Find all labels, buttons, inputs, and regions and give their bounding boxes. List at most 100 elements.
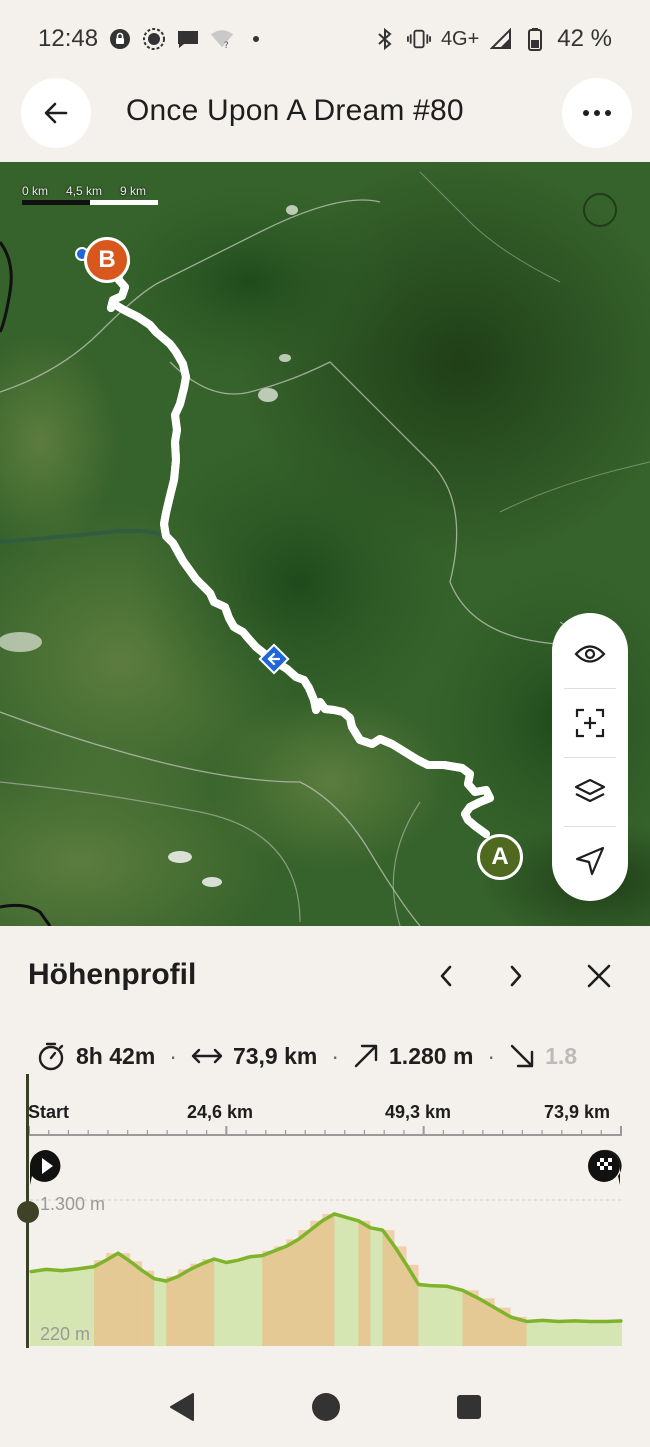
cell-signal-icon <box>489 27 513 51</box>
navigate-icon <box>575 846 605 875</box>
back-triangle-icon[interactable] <box>167 1391 197 1423</box>
elevation-point <box>117 1252 119 1254</box>
close-icon <box>587 964 611 988</box>
steep-segment <box>382 1230 395 1346</box>
elevation-point <box>590 1320 592 1323</box>
elevation-point <box>621 1320 623 1322</box>
app-header: Once Upon A Dream #80 <box>0 78 650 162</box>
elevation-point <box>61 1269 63 1272</box>
network-type: 4G+ <box>440 27 480 50</box>
elevation-point <box>541 1319 544 1322</box>
elevation-point <box>345 1216 348 1219</box>
elevation-point <box>445 1285 448 1287</box>
steep-segment <box>166 1276 179 1346</box>
route-map[interactable]: 0 km 4,5 km 9 km B A <box>0 162 650 926</box>
steep-segment <box>142 1270 155 1346</box>
view-toggle-button[interactable] <box>552 619 628 688</box>
steep-segment <box>202 1259 215 1346</box>
steep-segment <box>322 1213 335 1346</box>
map-layers-button[interactable] <box>552 757 628 826</box>
elevation-point <box>417 1283 420 1286</box>
axis-ticks <box>28 1126 622 1134</box>
descent-value: 1.8 <box>545 1042 578 1069</box>
fit-route-button[interactable] <box>552 688 628 757</box>
start-flag-icon <box>30 1150 61 1185</box>
wifi-question-icon: ? <box>210 27 234 51</box>
elevation-point <box>405 1264 408 1266</box>
back-button[interactable] <box>21 78 91 148</box>
battery-level: 42 % <box>557 25 612 52</box>
battery-icon <box>523 27 547 51</box>
steep-segment <box>298 1230 311 1346</box>
system-icons: 4G+ 42 % <box>373 25 612 53</box>
route-end-marker[interactable]: B <box>84 237 130 283</box>
system-nav-bar <box>0 1366 650 1447</box>
route-start-marker[interactable]: A <box>477 834 523 880</box>
next-button[interactable] <box>496 956 536 996</box>
stopwatch-icon <box>38 1042 64 1071</box>
elevation-point <box>141 1269 143 1272</box>
elevation-point <box>273 1250 276 1252</box>
elevation-point <box>261 1254 264 1257</box>
elevation-point <box>105 1259 107 1261</box>
crosshair-frame-icon <box>575 708 605 737</box>
locate-me-button[interactable] <box>552 826 628 895</box>
more-horizontal-icon <box>583 110 611 116</box>
elevation-point <box>461 1289 464 1292</box>
message-icon <box>176 27 200 51</box>
elevation-panel: Höhenprofil 8h 42m · 73,9 km · 1.280 m ·… <box>0 926 650 1366</box>
arrow-up-right-icon <box>354 1044 378 1068</box>
scale-label-0: 0 km <box>22 184 49 198</box>
recents-square-icon[interactable] <box>455 1393 483 1421</box>
scale-label-2: 9 km <box>120 184 147 198</box>
close-button[interactable] <box>579 956 619 996</box>
elevation-point <box>297 1238 300 1241</box>
chevron-right-icon <box>510 965 522 987</box>
steep-segment <box>358 1220 371 1346</box>
chevron-left-icon <box>440 965 452 987</box>
eye-icon <box>574 644 606 663</box>
more-options-button[interactable] <box>562 78 632 148</box>
ascent-stat: 1.280 m <box>353 1043 473 1070</box>
map-scale: 0 km 4,5 km 9 km <box>22 184 158 205</box>
elevation-point <box>357 1220 360 1222</box>
elevation-point <box>477 1297 480 1300</box>
svg-text:?: ? <box>224 40 229 50</box>
distance-value: 73,9 km <box>232 1042 318 1069</box>
signal-app-icon <box>142 27 166 51</box>
status-time: 12:48 <box>38 25 99 52</box>
elevation-point <box>525 1320 528 1323</box>
elevation-point <box>369 1227 372 1229</box>
elevation-point <box>493 1306 496 1309</box>
page-title: Once Upon A Dream #80 <box>126 94 464 127</box>
ascent-value: 1.280 m <box>389 1042 474 1069</box>
elevation-point <box>557 1320 560 1323</box>
position-cursor-handle[interactable] <box>17 1201 39 1223</box>
steep-segment <box>274 1246 287 1346</box>
elevation-point <box>285 1245 288 1248</box>
axis-label-end: 73,9 km <box>544 1102 611 1122</box>
elevation-point <box>573 1320 576 1322</box>
elevation-point <box>213 1258 215 1260</box>
route-stats: 8h 42m · 73,9 km · 1.280 m · 1.8 <box>36 1038 616 1074</box>
elevation-point <box>393 1245 396 1248</box>
duration-value: 8h 42m <box>76 1042 156 1069</box>
map-tools <box>552 613 628 901</box>
elevation-point <box>509 1316 512 1318</box>
more-notifications-dot-icon <box>244 27 268 51</box>
status-bar: 12:48 ? 4G+ 42 % <box>0 0 650 78</box>
axis-label-2: 49,3 km <box>385 1102 452 1122</box>
arrow-down-right-icon <box>510 1044 534 1068</box>
scale-label-1: 4,5 km <box>66 184 103 198</box>
elevation-point <box>129 1260 131 1263</box>
y-label-bottom: 220 m <box>40 1324 91 1344</box>
home-circle-icon[interactable] <box>310 1391 342 1423</box>
y-label-top: 1.300 m <box>40 1194 106 1214</box>
elevation-point <box>201 1262 203 1265</box>
finish-flag-icon <box>588 1149 622 1185</box>
elevation-point <box>93 1265 95 1268</box>
elevation-point <box>309 1229 312 1231</box>
previous-button[interactable] <box>426 956 466 996</box>
notification-icons: ? <box>108 27 268 51</box>
elevation-point <box>606 1320 608 1323</box>
